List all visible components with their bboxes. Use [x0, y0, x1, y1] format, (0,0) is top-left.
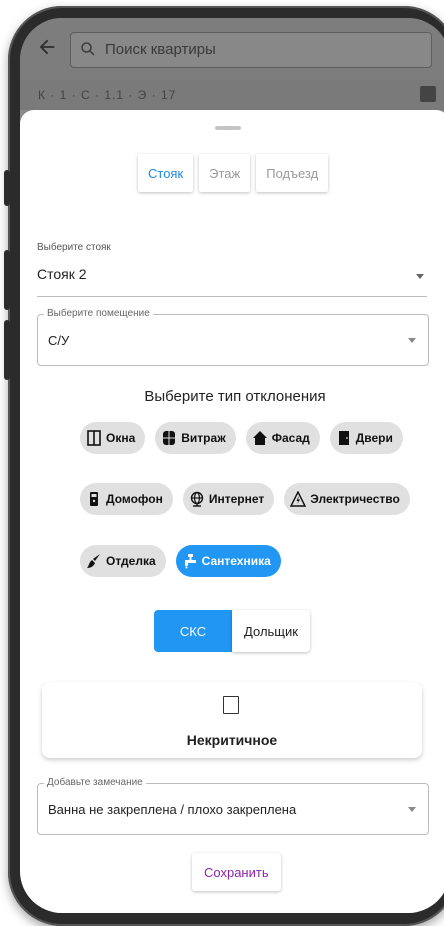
checkbox-outline-icon: [223, 696, 239, 714]
app-bar: Поиск квартиры: [20, 18, 444, 80]
room-select-value: С/У: [48, 333, 70, 348]
chip-doors[interactable]: Двери: [329, 422, 403, 454]
riser-select-underline: [37, 296, 427, 297]
chip-electricity[interactable]: Электричество: [284, 483, 410, 515]
back-arrow-icon[interactable]: [36, 36, 58, 58]
tab-riser[interactable]: Стояк: [138, 154, 194, 192]
remark-select-value: Ванна не закреплена / плохо закреплена: [48, 802, 297, 817]
deviation-chips-row: Отделка Сантехника: [80, 545, 281, 577]
riser-select-label: Выберите стояк: [37, 242, 111, 253]
remark-select-label: Добавьте замечание: [44, 777, 146, 788]
toggle-shareholder[interactable]: Дольщик: [232, 610, 310, 652]
room-select-label: Выберите помещение: [44, 308, 153, 319]
chip-label: Окна: [106, 431, 136, 445]
house-icon: [252, 431, 267, 445]
apartment-info-bar: К · 1 · С · 1.1 · Э · 17: [20, 80, 444, 110]
search-placeholder: Поиск квартиры: [105, 41, 216, 58]
search-icon: [81, 42, 95, 56]
tab-entrance[interactable]: Подъезд: [256, 154, 329, 192]
chip-intercom[interactable]: Домофон: [80, 483, 173, 515]
phone-side-button: [4, 170, 10, 206]
chip-plumbing[interactable]: Сантехника: [175, 545, 281, 577]
apartment-info-text: К · 1 · С · 1.1 · Э · 17: [38, 88, 177, 102]
chevron-down-icon[interactable]: [416, 274, 424, 279]
chip-finishing[interactable]: Отделка: [80, 545, 166, 577]
stained-glass-icon: [163, 431, 176, 445]
chip-internet[interactable]: Интернет: [182, 483, 275, 515]
sheet-drag-handle[interactable]: [215, 126, 241, 130]
tab-floor[interactable]: Этаж: [199, 154, 251, 192]
bottom-sheet: Стояк Этаж Подъезд Выберите стояк Стояк …: [20, 110, 444, 913]
severity-label: Некритичное: [186, 732, 278, 748]
chip-stained-glass[interactable]: Витраж: [155, 422, 236, 454]
severity-card[interactable]: Некритичное: [42, 682, 422, 758]
chip-label: Отделка: [106, 554, 156, 568]
remark-select[interactable]: Добавьте замечание Ванна не закреплена /…: [37, 777, 429, 835]
door-icon: [338, 431, 349, 445]
room-select[interactable]: Выберите помещение С/У: [37, 308, 429, 366]
chip-label: Сантехника: [201, 554, 271, 568]
menu-icon[interactable]: [420, 86, 436, 102]
chevron-down-icon[interactable]: [408, 338, 416, 343]
window-icon: [87, 430, 101, 446]
warning-electric-icon: [290, 491, 307, 507]
globe-icon: [190, 491, 204, 507]
party-toggle-group: СКС Дольщик: [154, 610, 310, 652]
chip-label: Фасад: [271, 431, 310, 445]
chip-label: Электричество: [310, 492, 400, 506]
search-input[interactable]: Поиск квартиры: [70, 32, 432, 68]
chip-label: Витраж: [181, 431, 226, 445]
chip-windows[interactable]: Окна: [80, 422, 146, 454]
chevron-down-icon[interactable]: [408, 807, 416, 812]
intercom-icon: [90, 492, 98, 506]
phone-side-button: [4, 250, 10, 310]
brush-icon: [87, 554, 100, 568]
chip-facade[interactable]: Фасад: [245, 422, 320, 454]
faucet-icon: [184, 554, 196, 569]
deviation-type-title: Выберите тип отклонения: [144, 388, 326, 405]
save-button[interactable]: Сохранить: [192, 853, 281, 891]
riser-select[interactable]: Стояк 2: [37, 266, 87, 282]
phone-side-button: [4, 320, 10, 380]
chip-label: Двери: [355, 431, 393, 445]
toggle-sks[interactable]: СКС: [154, 610, 232, 652]
deviation-chips-row: Домофон Интернет Электричество: [80, 483, 410, 515]
tab-group: Стояк Этаж Подъезд: [138, 154, 329, 192]
chip-label: Домофон: [106, 492, 163, 506]
deviation-chips-row: Окна Витраж Фасад Двери: [80, 422, 403, 454]
screen: Поиск квартиры К · 1 · С · 1.1 · Э · 17 …: [20, 18, 444, 913]
chip-label: Интернет: [208, 492, 265, 506]
